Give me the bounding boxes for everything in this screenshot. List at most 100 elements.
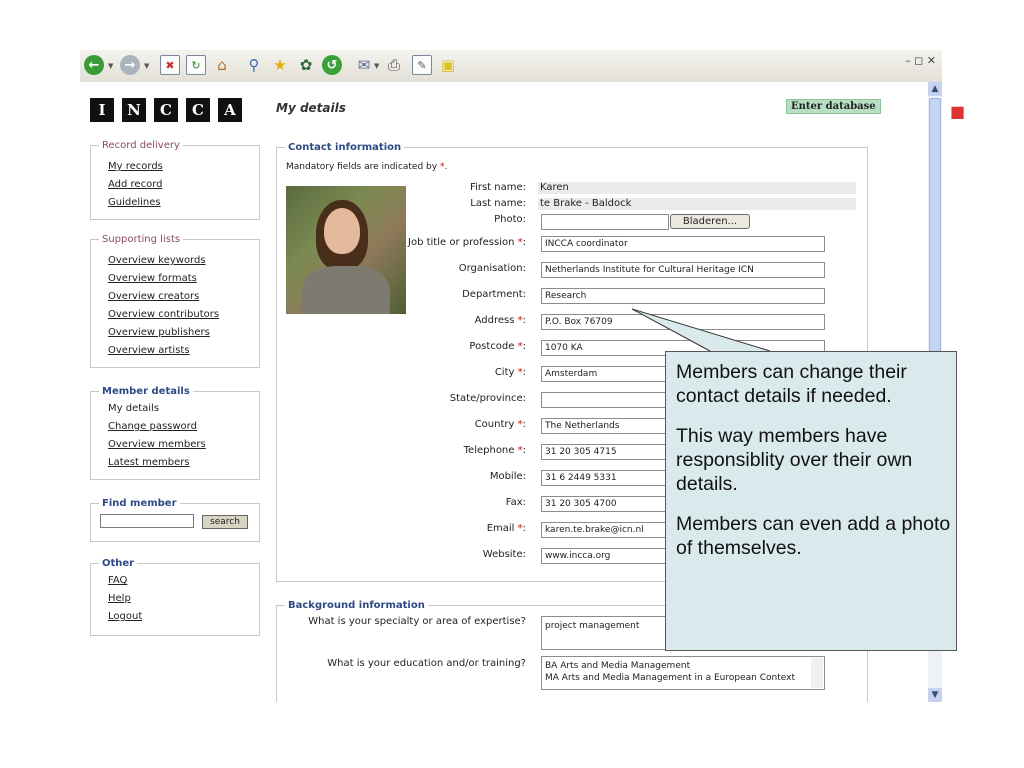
window-controls[interactable]: – ◻ ✕ — [905, 54, 936, 67]
print-icon[interactable]: ⎙ — [384, 55, 404, 75]
field-label-text: Mobile: — [489, 471, 526, 482]
mail-icon[interactable]: ✉ — [354, 55, 374, 75]
logo-letter: N — [122, 98, 146, 122]
enter-database-button[interactable]: Enter database — [786, 99, 881, 114]
logo-letter: C — [154, 98, 178, 122]
logo-letter: A — [218, 98, 242, 122]
education-scrollbar[interactable] — [811, 658, 823, 688]
contact-field-input[interactable]: INCCA coordinator — [541, 236, 825, 252]
callout-paragraph-2: This way members have responsiblity over… — [676, 425, 913, 495]
field-label-text: City — [494, 367, 515, 378]
required-marker: * — [517, 445, 523, 456]
field-label-text: Organisation: — [458, 263, 526, 274]
folder-icon[interactable]: ▣ — [438, 55, 458, 75]
contact-field-label: Job title or profession *: — [408, 237, 526, 248]
latest-members-link[interactable]: Latest members — [108, 454, 206, 472]
mandatory-note: Mandatory fields are indicated by *. — [286, 162, 447, 172]
logout-link[interactable]: Logout — [108, 608, 142, 626]
contact-field-input[interactable]: Netherlands Institute for Cultural Herit… — [541, 262, 825, 278]
home-icon[interactable]: ⌂ — [212, 55, 232, 75]
search-icon[interactable]: ⚲ — [244, 55, 264, 75]
contact-field-label: State/province: — [450, 393, 526, 404]
overview-artists-link[interactable]: Overview artists — [108, 342, 219, 360]
contact-field-label: Postcode *: — [469, 341, 526, 352]
field-label-text: Email — [486, 523, 515, 534]
education-answer-line2: MA Arts and Media Management in a Europe… — [545, 673, 795, 683]
supporting-lists-legend: Supporting lists — [102, 234, 181, 245]
required-marker: * — [517, 367, 523, 378]
overview-contributors-link[interactable]: Overview contributors — [108, 306, 219, 324]
contact-field-label: Email *: — [486, 523, 526, 534]
search-button[interactable]: search — [202, 515, 248, 529]
page-title: My details — [276, 101, 346, 115]
overview-formats-link[interactable]: Overview formats — [108, 270, 219, 288]
find-member-input[interactable] — [100, 514, 194, 528]
overview-members-link[interactable]: Overview members — [108, 436, 206, 454]
last-name-value: te Brake - Baldock — [540, 198, 632, 209]
overview-keywords-link[interactable]: Overview keywords — [108, 252, 219, 270]
favorites-star-icon[interactable]: ★ — [270, 55, 290, 75]
browser-toolbar: ← ▼ → ▼ ✖ ↻ ⌂ ⚲ ★ ✿ ↺ ✉ ▼ ⎙ ✎ ▣ ■ – ◻ ✕ — [80, 50, 965, 121]
callout-paragraph-3: Members can even add a photo of themselv… — [676, 513, 951, 559]
first-name-label: First name: — [470, 182, 526, 193]
add-record-link[interactable]: Add record — [108, 176, 163, 194]
contact-field-label: Address *: — [474, 315, 526, 326]
contact-field-label: Mobile: — [490, 471, 526, 482]
field-label-text: Department: — [462, 289, 526, 300]
photo-file-input[interactable] — [541, 214, 669, 230]
contact-field-label: Department: — [462, 289, 526, 300]
specialty-question: What is your specialty or area of expert… — [308, 616, 526, 627]
field-label-text: State/province: — [449, 393, 526, 404]
field-label-text: Fax: — [505, 497, 526, 508]
browse-button[interactable]: Bladeren... — [670, 214, 750, 229]
contact-field-label: Telephone *: — [463, 445, 526, 456]
refresh-icon[interactable]: ↻ — [186, 55, 206, 75]
record-delivery-list: My records Add record Guidelines — [108, 158, 163, 212]
guidelines-link[interactable]: Guidelines — [108, 194, 163, 212]
photo-face — [324, 208, 360, 254]
field-label-text: Telephone — [463, 445, 515, 456]
contact-field-label: Fax: — [506, 497, 526, 508]
back-dropdown-icon[interactable]: ▼ — [108, 62, 113, 70]
other-legend: Other — [102, 558, 135, 569]
contact-field-label: Country *: — [474, 419, 526, 430]
background-information-legend: Background information — [288, 600, 425, 611]
windows-logo-icon: ■ — [950, 102, 966, 121]
contact-field-label: Organisation: — [459, 263, 526, 274]
logo-letter: I — [90, 98, 114, 122]
scroll-down-icon[interactable]: ▼ — [928, 688, 942, 702]
media-icon[interactable]: ✿ — [296, 55, 316, 75]
incca-logo[interactable]: I N C C A — [90, 98, 242, 122]
mandatory-note-text: Mandatory fields are indicated by — [286, 162, 440, 172]
education-textarea[interactable]: BA Arts and Media Management MA Arts and… — [541, 656, 825, 690]
education-answer-line1: BA Arts and Media Management — [545, 661, 691, 671]
contact-field-input[interactable]: Research — [541, 288, 825, 304]
mail-dropdown-icon[interactable]: ▼ — [374, 62, 379, 70]
contact-field-label: Website: — [483, 549, 526, 560]
find-member-legend: Find member — [102, 498, 177, 509]
forward-dropdown-icon[interactable]: ▼ — [144, 62, 149, 70]
field-label-text: Postcode — [469, 341, 515, 352]
stop-icon[interactable]: ✖ — [160, 55, 180, 75]
mandatory-note-end: . — [444, 162, 448, 172]
required-marker: * — [517, 523, 523, 534]
help-link[interactable]: Help — [108, 590, 142, 608]
contact-field-input[interactable]: P.O. Box 76709 — [541, 314, 825, 330]
my-records-link[interactable]: My records — [108, 158, 163, 176]
photo-label: Photo: — [494, 214, 526, 225]
specialty-answer: project management — [545, 621, 640, 631]
scroll-up-icon[interactable]: ▲ — [928, 82, 942, 96]
forward-icon[interactable]: → — [120, 55, 140, 75]
back-icon[interactable]: ← — [84, 55, 104, 75]
overview-creators-link[interactable]: Overview creators — [108, 288, 219, 306]
edit-icon[interactable]: ✎ — [412, 55, 432, 75]
other-list: FAQ Help Logout — [108, 572, 142, 626]
faq-link[interactable]: FAQ — [108, 572, 142, 590]
required-marker: * — [517, 419, 523, 430]
overview-publishers-link[interactable]: Overview publishers — [108, 324, 219, 342]
change-password-link[interactable]: Change password — [108, 418, 206, 436]
member-details-legend: Member details — [102, 386, 190, 397]
history-icon[interactable]: ↺ — [322, 55, 342, 75]
logo-letter: C — [186, 98, 210, 122]
field-label-text: Website: — [482, 549, 526, 560]
